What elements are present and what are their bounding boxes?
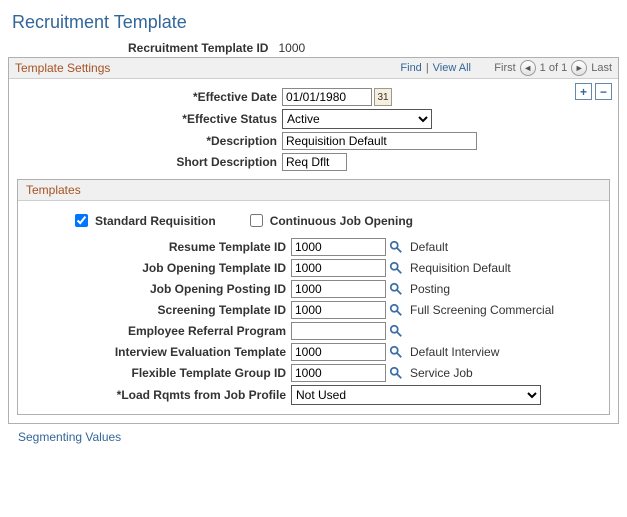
interview-label: Interview Evaluation Template (26, 345, 291, 359)
nav-separator: | (426, 62, 429, 74)
screening-label: Screening Template ID (26, 303, 291, 317)
job-opening-input[interactable] (291, 259, 386, 277)
lookup-icon[interactable] (388, 365, 404, 381)
referral-label: Employee Referral Program (26, 324, 291, 338)
flex-input[interactable] (291, 364, 386, 382)
standard-req-checkbox[interactable] (75, 214, 88, 227)
short-description-input[interactable] (282, 153, 347, 171)
add-row-button[interactable]: + (575, 83, 592, 100)
load-select[interactable]: Not Used (291, 385, 541, 405)
lookup-icon[interactable] (388, 281, 404, 297)
continuous-checkbox[interactable] (250, 214, 263, 227)
lookup-icon[interactable] (388, 239, 404, 255)
load-label: Load Rqmts from Job Profile (26, 388, 291, 402)
job-opening-desc: Requisition Default (410, 261, 511, 275)
page-title: Recruitment Template (12, 12, 619, 33)
screening-input[interactable] (291, 301, 386, 319)
description-input[interactable] (282, 132, 477, 150)
lookup-icon[interactable] (388, 344, 404, 360)
resume-desc: Default (410, 240, 448, 254)
flex-desc: Service Job (410, 366, 473, 380)
screening-desc: Full Screening Commercial (410, 303, 554, 317)
effective-date-input[interactable] (282, 88, 372, 106)
calendar-icon[interactable]: 31 (374, 88, 392, 106)
template-id-label: Recruitment Template ID (128, 41, 268, 55)
posting-desc: Posting (410, 282, 450, 296)
continuous-container[interactable]: Continuous Job Opening (246, 211, 413, 230)
interview-desc: Default Interview (410, 345, 499, 359)
lookup-icon[interactable] (388, 302, 404, 318)
templates-subsection: Templates Standard Requisition Continuou… (17, 179, 610, 415)
posting-input[interactable] (291, 280, 386, 298)
nav-position: 1 of 1 (540, 62, 568, 74)
continuous-label: Continuous Job Opening (270, 214, 413, 228)
interview-input[interactable] (291, 343, 386, 361)
section-nav: Find | View All First ◄ 1 of 1 ► Last (400, 60, 612, 76)
effective-date-label: Effective Date (17, 90, 282, 104)
last-label: Last (591, 62, 612, 74)
flex-label: Flexible Template Group ID (26, 366, 291, 380)
lookup-icon[interactable] (388, 323, 404, 339)
template-id-value: 1000 (279, 41, 306, 55)
resume-input[interactable] (291, 238, 386, 256)
find-link[interactable]: Find (400, 62, 421, 74)
short-description-label: Short Description (17, 155, 282, 169)
description-label: Description (17, 134, 282, 148)
referral-input[interactable] (291, 322, 386, 340)
lookup-icon[interactable] (388, 260, 404, 276)
standard-req-label: Standard Requisition (95, 214, 216, 228)
templates-title: Templates (18, 180, 609, 201)
segmenting-values-link[interactable]: Segmenting Values (18, 430, 121, 444)
posting-label: Job Opening Posting ID (26, 282, 291, 296)
resume-label: Resume Template ID (26, 240, 291, 254)
standard-req-container[interactable]: Standard Requisition (71, 211, 216, 230)
effective-status-select[interactable]: Active (282, 109, 432, 129)
view-all-link[interactable]: View All (433, 62, 471, 74)
first-label: First (494, 62, 515, 74)
template-id-row: Recruitment Template ID 1000 (8, 41, 619, 55)
prev-button[interactable]: ◄ (520, 60, 536, 76)
remove-row-button[interactable]: − (595, 83, 612, 100)
template-settings-section: Template Settings Find | View All First … (8, 57, 619, 424)
effective-status-label: Effective Status (17, 112, 282, 126)
job-opening-label: Job Opening Template ID (26, 261, 291, 275)
section-title: Template Settings (15, 61, 110, 75)
next-button[interactable]: ► (571, 60, 587, 76)
